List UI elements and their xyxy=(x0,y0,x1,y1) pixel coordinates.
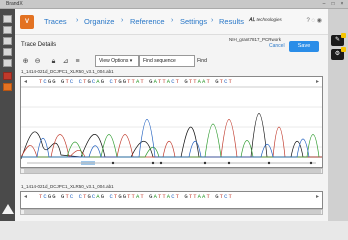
find-button[interactable]: Find xyxy=(195,55,209,67)
base-call: T xyxy=(228,193,233,200)
tab-results[interactable]: Results xyxy=(219,17,244,26)
tab-organize[interactable]: Organize xyxy=(84,17,114,26)
view-options-dropdown[interactable]: View Options ▾ xyxy=(95,55,139,67)
trace-1-panel[interactable]: ◂ ▸ TCGG GTC CTGCAG CTGGTTAT GATTACT GTT… xyxy=(20,76,323,168)
zoom-in-icon[interactable]: ⊕ xyxy=(21,57,30,66)
taskbar-active-app-icon[interactable] xyxy=(3,83,12,91)
taskbar-pdf-icon[interactable] xyxy=(3,72,12,80)
taskbar-app-1-icon[interactable] xyxy=(3,15,12,23)
app-logo: V xyxy=(20,15,34,29)
title-bar: BrandX – □ × xyxy=(0,0,348,9)
trace-1-label: 1_1414-021d_DCJPC1_XLR50_v3.1_004.ab1 xyxy=(21,69,114,74)
taskbar-app-3-icon[interactable] xyxy=(3,37,12,45)
save-button[interactable]: Save xyxy=(289,41,319,52)
nav-separator: › xyxy=(211,17,214,24)
warning-icon[interactable] xyxy=(2,204,14,214)
right-toolbar: ✎ ⚙ xyxy=(328,9,348,221)
trace-2-panel[interactable]: ◂ ▸ TCGG GTC CTGCAG CTGGTTAT GATTACT GTT… xyxy=(20,191,323,209)
window-title: BrandX xyxy=(6,1,23,7)
brand-text: technologies xyxy=(256,17,282,22)
trace-2-sequence: TCGG GTC CTGCAG CTGGTTAT GATTACT GTTAAT … xyxy=(39,193,233,200)
taskbar-app-2-icon[interactable] xyxy=(3,26,12,34)
list-icon[interactable]: ≡ xyxy=(73,57,82,66)
trace-2-label: 1_1414-021d_DCJPC1_XLR50_v3.1_004.ab1 xyxy=(21,184,114,189)
trace-toolbar: ⊕ ⊖ 🔒︎ ⊿ ≡ View Options ▾ Find sequence … xyxy=(21,55,321,68)
edit-icon[interactable]: ✎ xyxy=(331,33,346,46)
header-icons: ? ◌ ◉ xyxy=(306,17,322,24)
zoom-out-icon[interactable]: ⊖ xyxy=(33,57,42,66)
top-navigation: V Traces › Organize › Reference › Settin… xyxy=(15,9,328,35)
settings-icon[interactable]: ⚙ xyxy=(331,47,346,60)
file-name: NIH_grant7817_PCRwork xyxy=(229,37,282,42)
lock-icon[interactable]: 🔒︎ xyxy=(49,57,58,66)
pin-icon[interactable]: ⊿ xyxy=(61,57,70,66)
nav-separator: › xyxy=(121,17,124,24)
arrow-left-icon[interactable]: ◂ xyxy=(24,193,27,200)
cancel-button[interactable]: Cancel xyxy=(269,43,285,49)
arrow-right-icon[interactable]: ▸ xyxy=(316,193,319,200)
left-taskbar xyxy=(0,9,15,221)
scroll-thumb[interactable] xyxy=(24,169,321,173)
help-icon[interactable]: ? xyxy=(306,18,309,24)
chromatogram-1 xyxy=(21,86,322,165)
close-icon[interactable]: × xyxy=(338,1,346,7)
find-sequence-input[interactable]: Find sequence xyxy=(139,55,195,67)
nav-separator: › xyxy=(76,17,79,24)
maximize-icon[interactable]: □ xyxy=(329,1,337,7)
trace-2-scrollbar[interactable] xyxy=(20,209,323,215)
taskbar-app-4-icon[interactable] xyxy=(3,48,12,56)
sub-header: Trace Details NIH_grant7817_PCRwork Canc… xyxy=(15,37,328,53)
taskbar-app-5-icon[interactable] xyxy=(3,59,12,67)
minimize-icon[interactable]: – xyxy=(320,1,328,7)
brand-logo: ᎪᏞ technologies xyxy=(249,17,282,23)
app-window: BrandX – □ × ✎ ⚙ V Traces › Organize › R… xyxy=(0,0,348,221)
tab-settings[interactable]: Settings xyxy=(180,17,207,26)
chat-icon[interactable]: ◌ xyxy=(312,18,316,24)
main-content: V Traces › Organize › Reference › Settin… xyxy=(15,9,328,221)
scroll-thumb[interactable] xyxy=(24,210,321,214)
trace-1-scrollbar[interactable] xyxy=(20,168,323,174)
page-title: Trace Details xyxy=(21,42,57,48)
tab-reference[interactable]: Reference xyxy=(130,17,165,26)
tab-traces[interactable]: Traces xyxy=(44,17,67,26)
nav-separator: › xyxy=(171,17,174,24)
user-icon[interactable]: ◉ xyxy=(317,18,322,24)
